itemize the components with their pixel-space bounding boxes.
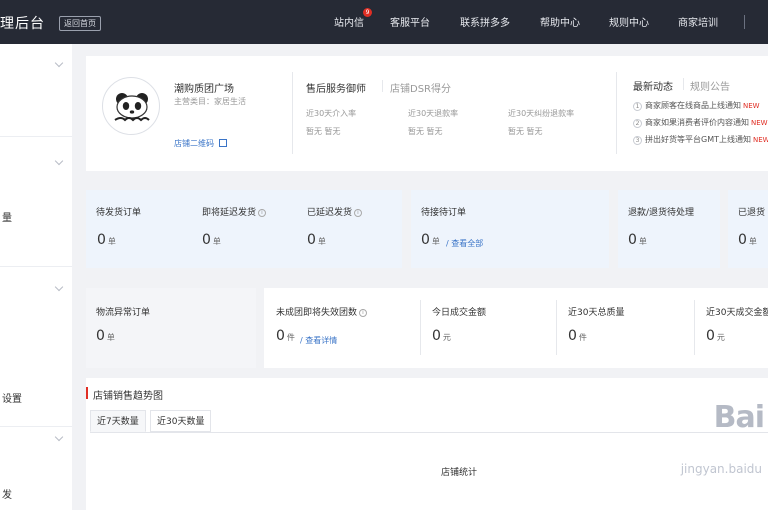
- order-label: 已退货: [738, 208, 766, 218]
- news-item-text: 商家顾客在线商品上线通知: [645, 101, 741, 110]
- sidebar: 量 设置 发: [0, 44, 72, 510]
- rules-announcement-tab[interactable]: 规则公告: [690, 78, 730, 93]
- order-count[interactable]: 0单: [738, 232, 757, 248]
- pending-reception-card: [411, 190, 609, 268]
- stat-value[interactable]: 0件: [276, 328, 295, 344]
- tab-7-days[interactable]: 近7天数量: [90, 410, 146, 432]
- tab-30-days[interactable]: 近30天数量: [150, 410, 212, 432]
- stat-value[interactable]: 0单: [96, 328, 115, 344]
- news-index-icon: 1: [633, 102, 642, 111]
- order-label: 已延迟发货 i: [307, 205, 363, 218]
- chevron-down-icon[interactable]: [54, 282, 64, 292]
- nav-item-customer-service[interactable]: 客服平台: [390, 14, 430, 29]
- order-label: 待接待订单: [421, 208, 467, 218]
- top-nav: 站内信 9 客服平台 联系拼多多 帮助中心 规则中心 商家培训: [0, 8, 768, 30]
- unread-badge: 9: [363, 8, 372, 17]
- news-item[interactable]: 1 商家顾客在线商品上线通知 NEW: [633, 100, 760, 111]
- info-icon: i: [354, 209, 363, 217]
- tab-underline: [90, 432, 768, 433]
- metric-value: 暂无 暂无: [408, 127, 443, 136]
- title-divider: [683, 78, 684, 90]
- news-item[interactable]: 3 拼出好货等平台GMT上线通知 NEW: [633, 134, 768, 145]
- stat-label: 今日成交金额: [432, 308, 487, 318]
- sales-stats-panel: [264, 288, 768, 368]
- sidebar-item[interactable]: 量: [2, 209, 74, 224]
- stat-value[interactable]: 0元: [432, 328, 451, 344]
- new-badge: NEW: [751, 119, 768, 127]
- nav-item-rules[interactable]: 规则中心: [609, 14, 649, 29]
- returned-card: [728, 190, 768, 268]
- dsr-score-tab[interactable]: 店铺DSR得分: [390, 80, 451, 95]
- news-index-icon: 2: [633, 119, 642, 128]
- sales-trend-title: 店铺销售趋势图: [93, 391, 163, 402]
- news-item-text: 拼出好货等平台GMT上线通知: [645, 135, 751, 144]
- sidebar-item[interactable]: 发: [2, 486, 74, 501]
- stat-label: 近30天总质量: [568, 308, 625, 318]
- panel-divider: [292, 72, 293, 154]
- service-title[interactable]: 售后服务御师: [306, 80, 366, 95]
- chevron-down-icon[interactable]: [54, 432, 64, 442]
- stat-label: 近30天成交金额: [706, 308, 768, 318]
- info-icon: i: [359, 309, 368, 317]
- news-title[interactable]: 最新动态: [633, 78, 673, 93]
- stat-value[interactable]: 0件: [568, 328, 587, 344]
- nav-item-help[interactable]: 帮助中心: [540, 14, 580, 29]
- stats-divider: [556, 300, 557, 355]
- chevron-down-icon[interactable]: [54, 58, 64, 68]
- metric-value: 暂无 暂无: [508, 127, 543, 136]
- sidebar-item-settings[interactable]: 设置: [2, 390, 74, 405]
- metric-label: 近30天纠纷退款率: [508, 109, 575, 118]
- order-label: 待发货订单: [96, 208, 142, 218]
- view-details-link[interactable]: / 查看详情: [300, 335, 337, 346]
- stat-label: 物流异常订单: [96, 308, 151, 318]
- top-navbar: 理后台 返回首页 站内信 9 客服平台 联系拼多多 帮助中心 规则中心 商家培训: [0, 0, 768, 44]
- stats-divider: [694, 300, 695, 355]
- stat-value[interactable]: 0元: [706, 328, 725, 344]
- news-index-icon: 3: [633, 136, 642, 145]
- baidu-watermark-url: jingyan.baidu: [680, 462, 762, 476]
- info-icon: i: [258, 209, 267, 217]
- metric-value: 暂无 暂无: [306, 127, 341, 136]
- order-count[interactable]: 0单: [421, 232, 440, 248]
- sidebar-divider: [0, 136, 72, 137]
- refund-card: [618, 190, 720, 268]
- qrcode-icon: [218, 139, 227, 147]
- order-label: 即将延迟发货 i: [202, 205, 267, 218]
- new-badge: NEW: [753, 136, 768, 144]
- metric-label: 近30天介入率: [306, 109, 357, 118]
- nav-item-contact[interactable]: 联系拼多多: [460, 14, 510, 29]
- sidebar-divider: [0, 266, 72, 267]
- metric-label: 近30天退款率: [408, 109, 459, 118]
- order-count[interactable]: 0单: [307, 232, 326, 248]
- chevron-down-icon[interactable]: [54, 156, 64, 166]
- nav-label: 站内信: [334, 18, 364, 29]
- order-label: 退款/退货待处理: [628, 208, 695, 218]
- title-divider: [382, 80, 383, 92]
- nav-divider: [744, 15, 745, 29]
- shop-qrcode-link[interactable]: 店铺二维码: [174, 138, 227, 149]
- stats-divider: [420, 300, 421, 355]
- sidebar-divider: [0, 426, 72, 427]
- news-item-text: 商家如果消费者评价内容通知: [645, 118, 749, 127]
- view-all-link[interactable]: / 查看全部: [446, 238, 483, 249]
- baidu-watermark: Bai: [713, 400, 765, 435]
- new-badge: NEW: [743, 102, 760, 110]
- news-item[interactable]: 2 商家如果消费者评价内容通知 NEW: [633, 117, 768, 128]
- section-accent-bar: [86, 387, 88, 399]
- shop-logo: [102, 77, 160, 135]
- stat-label: 未成团即将失效团数 i: [276, 305, 368, 318]
- nav-item-messages[interactable]: 站内信 9: [334, 8, 372, 29]
- chart-caption: 店铺统计: [441, 468, 478, 478]
- order-count[interactable]: 0单: [628, 232, 647, 248]
- order-count[interactable]: 0单: [202, 232, 221, 248]
- sales-trend-panel: [86, 378, 768, 510]
- shop-name: 潮购质团广场: [174, 84, 234, 95]
- qrcode-link-label: 店铺二维码: [174, 139, 214, 148]
- shop-category: 主营类目：家居生活: [174, 97, 246, 106]
- nav-item-training[interactable]: 商家培训: [678, 14, 718, 29]
- panda-logo-icon: [114, 93, 150, 122]
- order-status-card: [86, 190, 402, 268]
- panel-divider: [616, 72, 617, 154]
- order-count[interactable]: 0单: [97, 232, 116, 248]
